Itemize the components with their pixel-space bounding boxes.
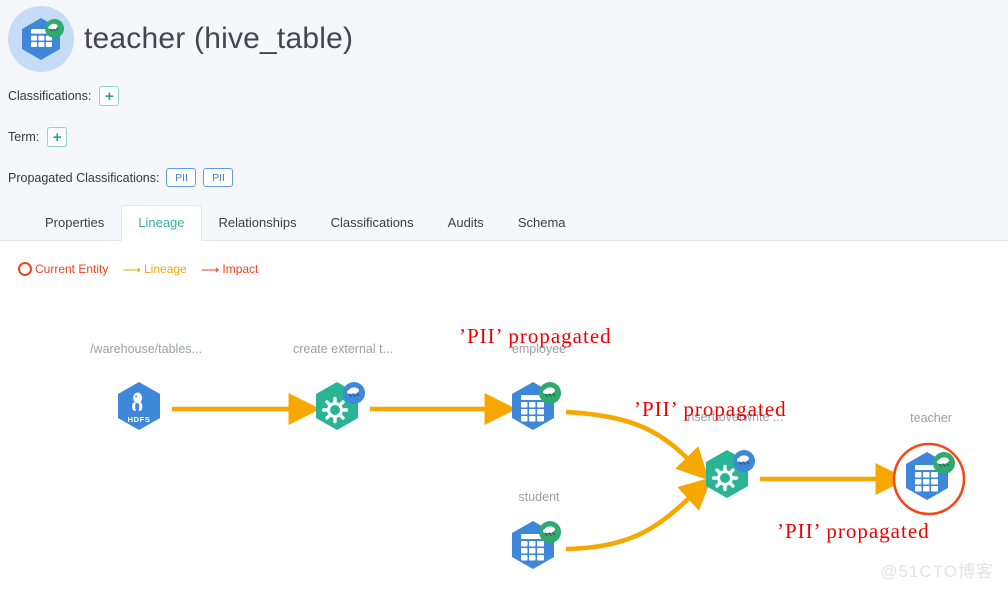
legend-item-current-entity: Current Entity <box>18 262 108 276</box>
tab-classifications[interactable]: Classifications <box>314 205 431 241</box>
lineage-legend: Current Entity ⟶ Lineage ⟶ Impact <box>18 262 258 276</box>
term-label: Term: <box>8 130 40 144</box>
graph-node-hdfs[interactable] <box>118 382 160 430</box>
tab-lineage[interactable]: Lineage <box>121 205 202 241</box>
hive-table-icon <box>8 6 74 72</box>
graph-node-teacher[interactable] <box>892 442 966 516</box>
entity-header: teacher (hive_table) Classifications: + … <box>0 0 1008 200</box>
impact-arrow-icon: ⟶ <box>200 261 220 277</box>
pii-propagated-annotation: ’PII’ propagated <box>634 397 787 421</box>
graph-node-label-hdfs: /warehouse/tables... <box>90 342 202 356</box>
graph-node-label-proc1: create external t... <box>292 342 394 356</box>
graph-node-create-external-table[interactable] <box>314 380 367 432</box>
propagated-classification-badge[interactable]: PII <box>166 168 197 187</box>
tab-schema[interactable]: Schema <box>501 205 583 241</box>
graph-node-student[interactable] <box>511 520 562 570</box>
classifications-row: Classifications: + <box>8 86 120 106</box>
classifications-label: Classifications: <box>8 89 92 103</box>
term-row: Term: + <box>8 127 68 147</box>
legend-label-lineage: Lineage <box>144 262 187 276</box>
legend-item-lineage: ⟶ Lineage <box>122 262 186 276</box>
entity-tab-bar: Properties Lineage Relationships Classif… <box>0 200 1008 241</box>
graph-node-employee[interactable] <box>511 381 562 431</box>
propagated-classifications-row: Propagated Classifications: PII PII <box>8 168 234 187</box>
watermark: @51CTO博客 <box>880 562 994 581</box>
legend-item-impact: ⟶ Impact <box>201 262 259 276</box>
graph-node-label-teacher: teacher <box>910 411 952 425</box>
entity-title-row: teacher (hive_table) <box>8 6 353 72</box>
legend-label-impact: Impact <box>222 262 259 276</box>
add-classification-button[interactable]: + <box>99 86 120 106</box>
page-title: teacher (hive_table) <box>84 22 354 55</box>
graph-node-label-student: student <box>518 490 560 504</box>
add-term-button[interactable]: + <box>47 127 68 147</box>
tab-audits[interactable]: Audits <box>431 205 501 241</box>
pii-propagated-annotation: ’PII’ propagated <box>459 324 612 348</box>
pii-propagated-annotation: ’PII’ propagated <box>777 519 930 543</box>
tab-relationships[interactable]: Relationships <box>202 205 314 241</box>
legend-label-current-entity: Current Entity <box>35 262 109 276</box>
propagated-classification-badge[interactable]: PII <box>203 168 234 187</box>
current-entity-circle-icon <box>18 262 32 276</box>
lineage-graph[interactable]: HDFS /wa <box>0 290 1008 590</box>
lineage-arrow-icon: ⟶ <box>122 261 141 277</box>
propagated-classifications-label: Propagated Classifications: <box>8 170 160 185</box>
graph-node-insert-overwrite[interactable] <box>704 448 757 500</box>
tab-properties[interactable]: Properties <box>28 205 121 241</box>
